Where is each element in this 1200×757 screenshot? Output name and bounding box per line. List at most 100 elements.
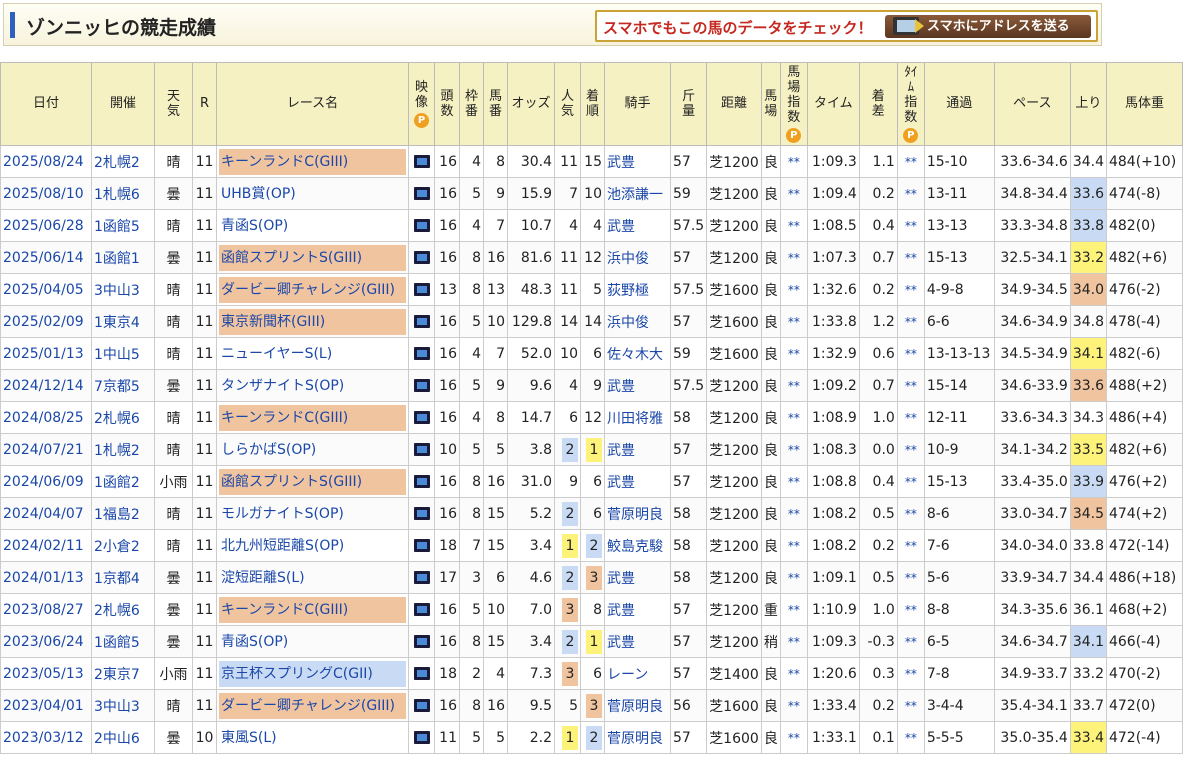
race-name-cell[interactable]: 淀短距離S(L) — [216, 561, 409, 594]
baba-index-cell-text[interactable]: ** — [788, 219, 800, 233]
date-cell[interactable]: 2024/08/25 — [0, 401, 92, 434]
time-index-cell-text[interactable]: ** — [905, 731, 917, 745]
date-cell-text[interactable]: 2024/01/13 — [3, 570, 84, 586]
date-cell-text[interactable]: 2023/04/01 — [3, 698, 84, 714]
jockey-cell[interactable]: 武豊 — [604, 369, 671, 402]
race-name-link[interactable]: キーンランドC(GIII) — [219, 148, 406, 175]
date-cell-text[interactable]: 2024/12/14 — [3, 378, 84, 394]
kaisai-cell[interactable]: 7京都5 — [91, 369, 155, 402]
smartphone-promo-banner[interactable]: スマホでもこの馬のデータをチェック！ スマホにアドレスを送る — [595, 10, 1098, 42]
time-index-cell[interactable]: ** — [896, 337, 925, 370]
video-icon[interactable] — [413, 411, 430, 424]
kaisai-cell-text[interactable]: 1京都4 — [94, 571, 140, 587]
baba-index-cell[interactable]: ** — [779, 529, 808, 562]
baba-index-cell[interactable]: ** — [779, 145, 808, 178]
time-index-cell-text[interactable]: ** — [905, 411, 917, 425]
jockey-cell-text[interactable]: 鮫島克駿 — [607, 539, 663, 555]
jockey-cell-text[interactable]: 菅原明良 — [607, 507, 663, 523]
date-cell[interactable]: 2024/06/09 — [0, 465, 92, 498]
race-name-cell[interactable]: 函館スプリントS(GIII) — [216, 465, 409, 498]
jockey-cell-text[interactable]: 佐々木大 — [607, 347, 663, 363]
race-name-link[interactable]: 淀短距離S(L) — [219, 565, 406, 591]
jockey-cell-text[interactable]: 武豊 — [607, 475, 635, 491]
kaisai-cell[interactable]: 1函館5 — [91, 625, 155, 658]
jockey-cell[interactable]: 武豊 — [604, 625, 671, 658]
jockey-cell[interactable]: 武豊 — [604, 593, 671, 626]
kaisai-cell[interactable]: 1東京4 — [91, 305, 155, 338]
jockey-cell-text[interactable]: 荻野極 — [607, 283, 649, 299]
baba-index-cell-text[interactable]: ** — [788, 667, 800, 681]
race-name-link[interactable]: 青函S(OP) — [219, 213, 406, 239]
jockey-cell-text[interactable]: 武豊 — [607, 603, 635, 619]
time-index-cell[interactable]: ** — [896, 497, 925, 530]
jockey-cell[interactable]: 武豊 — [604, 561, 671, 594]
video-cell[interactable] — [408, 401, 435, 434]
time-index-cell[interactable]: ** — [896, 625, 925, 658]
date-cell-text[interactable]: 2025/04/05 — [3, 282, 84, 298]
video-cell[interactable] — [408, 273, 435, 306]
date-cell[interactable]: 2025/08/24 — [0, 145, 92, 178]
kaisai-cell[interactable]: 1函館1 — [91, 241, 155, 274]
date-cell[interactable]: 2025/08/10 — [0, 177, 92, 210]
video-icon[interactable] — [413, 219, 430, 232]
race-name-cell[interactable]: タンザナイトS(OP) — [216, 369, 409, 402]
time-index-cell[interactable]: ** — [896, 241, 925, 274]
time-index-cell[interactable]: ** — [896, 465, 925, 498]
time-index-cell-text[interactable]: ** — [905, 443, 917, 457]
date-cell-text[interactable]: 2023/03/12 — [3, 730, 84, 746]
video-icon[interactable] — [413, 187, 430, 200]
date-cell[interactable]: 2024/02/11 — [0, 529, 92, 562]
video-icon[interactable] — [413, 283, 430, 296]
race-name-cell[interactable]: 青函S(OP) — [216, 625, 409, 658]
race-name-cell[interactable]: キーンランドC(GIII) — [216, 145, 409, 178]
baba-index-cell-text[interactable]: ** — [788, 571, 800, 585]
race-name-link[interactable]: 京王杯スプリングC(GII) — [219, 660, 406, 687]
jockey-cell-text[interactable]: レーン — [607, 667, 648, 683]
date-cell-text[interactable]: 2024/07/21 — [3, 442, 84, 458]
race-name-link[interactable]: タンザナイトS(OP) — [219, 373, 406, 399]
video-icon[interactable] — [413, 603, 430, 616]
date-cell[interactable]: 2024/01/13 — [0, 561, 92, 594]
baba-index-cell-text[interactable]: ** — [788, 155, 800, 169]
time-index-cell-text[interactable]: ** — [905, 667, 917, 681]
video-cell[interactable] — [408, 369, 435, 402]
kaisai-cell[interactable]: 2札幌2 — [91, 145, 155, 178]
race-name-text[interactable]: 函館スプリントS(GIII) — [221, 250, 362, 266]
baba-index-cell[interactable]: ** — [779, 625, 808, 658]
kaisai-cell-text[interactable]: 7京都5 — [94, 379, 140, 395]
jockey-cell[interactable]: 武豊 — [604, 209, 671, 242]
baba-index-cell-text[interactable]: ** — [788, 475, 800, 489]
date-cell-text[interactable]: 2025/08/24 — [3, 154, 84, 170]
kaisai-cell-text[interactable]: 1函館5 — [94, 635, 140, 651]
baba-index-cell[interactable]: ** — [779, 433, 808, 466]
baba-index-cell[interactable]: ** — [779, 241, 808, 274]
time-index-cell-text[interactable]: ** — [905, 571, 917, 585]
race-name-cell[interactable]: 青函S(OP) — [216, 209, 409, 242]
baba-index-cell[interactable]: ** — [779, 305, 808, 338]
jockey-cell-text[interactable]: 武豊 — [607, 571, 635, 587]
date-cell[interactable]: 2024/07/21 — [0, 433, 92, 466]
kaisai-cell-text[interactable]: 1函館5 — [94, 219, 140, 235]
jockey-cell-text[interactable]: 浜中俊 — [607, 315, 649, 331]
race-name-text[interactable]: 青函S(OP) — [221, 634, 288, 650]
race-name-text[interactable]: 東風S(L) — [221, 730, 277, 746]
baba-index-cell[interactable]: ** — [779, 497, 808, 530]
time-index-cell-text[interactable]: ** — [905, 283, 917, 297]
kaisai-cell[interactable]: 2中山6 — [91, 721, 155, 754]
date-cell[interactable]: 2023/06/24 — [0, 625, 92, 658]
kaisai-cell-text[interactable]: 3中山3 — [94, 699, 140, 715]
kaisai-cell-text[interactable]: 3中山3 — [94, 283, 140, 299]
kaisai-cell-text[interactable]: 1札幌6 — [94, 187, 140, 203]
jockey-cell-text[interactable]: 菅原明良 — [607, 731, 663, 747]
video-icon[interactable] — [413, 731, 430, 744]
race-name-cell[interactable]: 函館スプリントS(GIII) — [216, 241, 409, 274]
jockey-cell[interactable]: 菅原明良 — [604, 497, 671, 530]
kaisai-cell-text[interactable]: 2札幌6 — [94, 411, 140, 427]
video-icon[interactable] — [413, 379, 430, 392]
date-cell[interactable]: 2023/03/12 — [0, 721, 92, 754]
jockey-cell[interactable]: 鮫島克駿 — [604, 529, 671, 562]
kaisai-cell[interactable]: 1函館2 — [91, 465, 155, 498]
kaisai-cell-text[interactable]: 2札幌6 — [94, 603, 140, 619]
time-index-cell-text[interactable]: ** — [905, 347, 917, 361]
video-icon[interactable] — [413, 571, 430, 584]
